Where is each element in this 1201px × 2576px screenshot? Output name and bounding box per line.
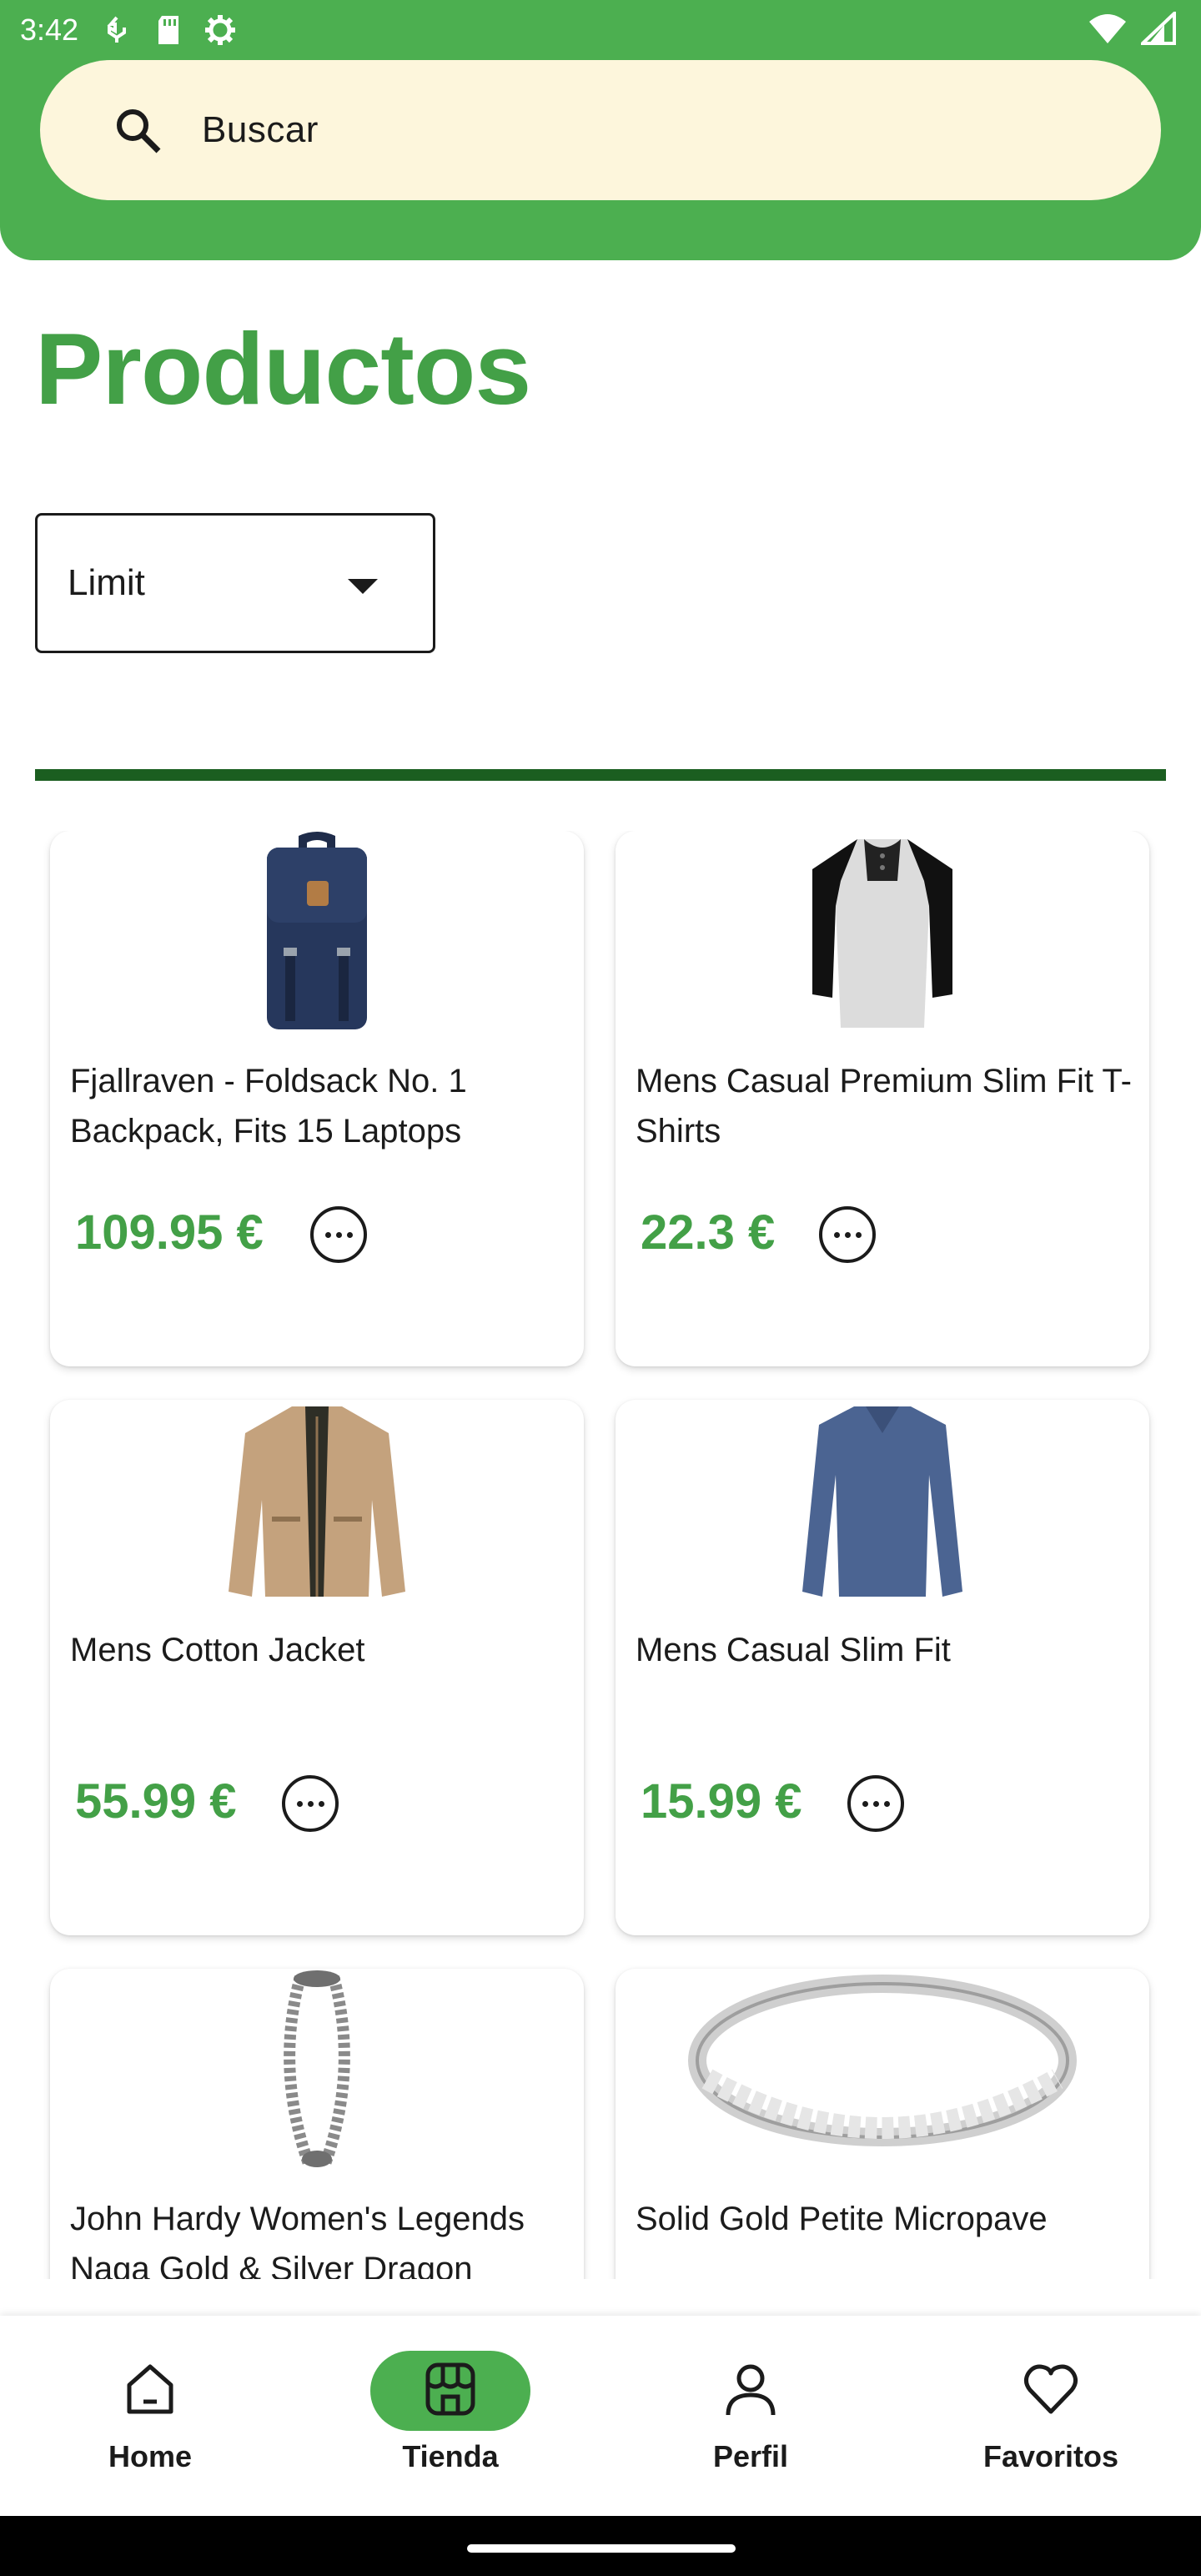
nav-item-favoritos[interactable]: Favoritos: [901, 2316, 1201, 2516]
product-card[interactable]: John Hardy Women's Legends Naga Gold & S…: [50, 1969, 584, 2279]
limit-dropdown-label: Limit: [68, 562, 145, 603]
product-card[interactable]: Mens Cotton Jacket 55.99 €: [50, 1400, 584, 1935]
more-options-button[interactable]: [819, 1206, 876, 1263]
nav-pill: [971, 2351, 1131, 2431]
settings-gear-icon: [204, 13, 237, 47]
product-name: Fjallraven - Foldsack No. 1 Backpack, Fi…: [70, 1063, 467, 1150]
top-app-bar: 3:42 Buscar: [0, 0, 1201, 260]
tshirt-image: [616, 831, 1149, 1031]
usb-debug-icon: [100, 13, 133, 47]
nav-item-tienda[interactable]: Tienda: [300, 2316, 600, 2516]
store-icon: [421, 2360, 480, 2423]
ring-image: [616, 1969, 1149, 2169]
backpack-image: [50, 831, 584, 1031]
nav-label: Home: [108, 2439, 193, 2473]
person-icon: [721, 2360, 780, 2423]
heart-icon: [1022, 2360, 1080, 2423]
limit-dropdown[interactable]: Limit: [35, 513, 435, 653]
product-name: Mens Casual Slim Fit: [636, 1632, 951, 1668]
product-card[interactable]: Mens Casual Slim Fit 15.99 €: [616, 1400, 1149, 1935]
more-options-button[interactable]: [282, 1775, 339, 1832]
product-card[interactable]: Fjallraven - Foldsack No. 1 Backpack, Fi…: [50, 831, 584, 1366]
product-price: 22.3 €: [641, 1205, 776, 1260]
more-options-button[interactable]: [847, 1775, 904, 1832]
nav-item-home[interactable]: Home: [0, 2316, 300, 2516]
nav-pill: [671, 2351, 831, 2431]
bottom-navigation: Home Tienda Perfil Favoritos: [0, 2316, 1201, 2516]
product-name: Solid Gold Petite Micropave: [636, 2201, 1048, 2237]
page-title: Productos: [35, 312, 531, 425]
nav-item-perfil[interactable]: Perfil: [600, 2316, 901, 2516]
chevron-down-icon: [348, 579, 378, 594]
status-time: 3:42: [20, 13, 79, 47]
more-options-button[interactable]: [310, 1206, 367, 1263]
product-name: Mens Cotton Jacket: [70, 1632, 365, 1668]
divider: [35, 769, 1166, 781]
sd-card-icon: [152, 13, 185, 47]
product-name: John Hardy Women's Legends Naga Gold & S…: [70, 2201, 525, 2279]
jacket-image: [50, 1400, 584, 1600]
nav-label: Favoritos: [982, 2439, 1119, 2473]
nav-label: Perfil: [712, 2439, 789, 2473]
bracelet-image: [50, 1969, 584, 2169]
product-price: 55.99 €: [75, 1774, 237, 1829]
product-name: Mens Casual Premium Slim Fit T-Shirts: [636, 1063, 1132, 1150]
longsleeve-image: [616, 1400, 1149, 1600]
search-input[interactable]: Buscar: [202, 109, 319, 151]
nav-label: Tienda: [402, 2439, 499, 2473]
product-card[interactable]: Solid Gold Petite Micropave: [616, 1969, 1149, 2279]
product-card[interactable]: Mens Casual Premium Slim Fit T-Shirts 22…: [616, 831, 1149, 1366]
product-price: 15.99 €: [641, 1774, 802, 1829]
wifi-icon: [1088, 12, 1128, 49]
home-icon: [121, 2360, 179, 2423]
nav-pill: [70, 2351, 230, 2431]
signal-icon: [1138, 9, 1176, 49]
status-bar: 3:42: [0, 0, 1201, 60]
product-price: 109.95 €: [75, 1205, 264, 1260]
search-bar[interactable]: Buscar: [40, 60, 1161, 200]
nav-pill-active: [370, 2351, 530, 2431]
product-grid: Fjallraven - Foldsack No. 1 Backpack, Fi…: [0, 831, 1201, 2279]
home-gesture-handle[interactable]: [467, 2544, 736, 2553]
search-icon: [113, 106, 162, 154]
